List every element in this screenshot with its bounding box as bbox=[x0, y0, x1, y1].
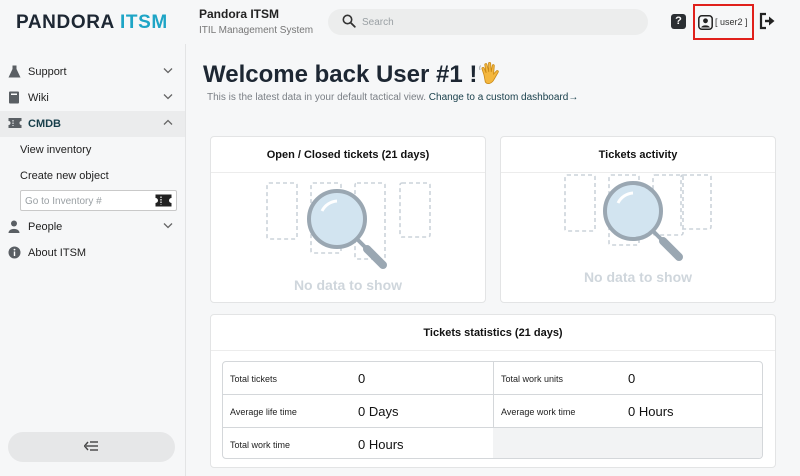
sidebar-item-label: Wiki bbox=[28, 92, 49, 104]
sidebar-item-label: Support bbox=[28, 66, 67, 78]
waving-hand-icon bbox=[479, 61, 499, 84]
sidebar: Support Wiki CMDB View inventory Create … bbox=[0, 58, 185, 476]
chevron-down-icon bbox=[163, 94, 173, 100]
collapse-sidebar-button[interactable] bbox=[8, 432, 175, 462]
stat-label: Total work time bbox=[230, 440, 291, 450]
chevron-down-icon bbox=[163, 68, 173, 74]
sidebar-item-cmdb[interactable]: CMDB bbox=[0, 111, 185, 137]
stat-value: 0 bbox=[358, 371, 366, 386]
go-inventory-icon[interactable] bbox=[155, 194, 172, 207]
app-subtitle: ITIL Management System bbox=[199, 25, 314, 36]
create-object-link[interactable]: Create new object bbox=[20, 170, 109, 182]
info-icon bbox=[8, 246, 21, 259]
person-icon bbox=[8, 220, 20, 233]
user-menu-button[interactable]: [ user2 ] bbox=[693, 4, 754, 40]
ticket-icon bbox=[8, 118, 22, 128]
chevron-up-icon bbox=[163, 119, 173, 125]
no-data-illustration bbox=[564, 174, 712, 261]
tickets-activity-card: Tickets activity No data to show bbox=[500, 136, 776, 303]
search-bar[interactable] bbox=[328, 9, 648, 35]
chevron-down-icon bbox=[163, 223, 173, 229]
app-title: Pandora ITSM bbox=[199, 7, 280, 21]
stat-label: Average work time bbox=[501, 407, 576, 417]
custom-dashboard-link[interactable]: Change to a custom dashboard→ bbox=[429, 92, 579, 103]
user-avatar-icon bbox=[698, 15, 713, 30]
search-icon bbox=[342, 14, 356, 28]
stat-label: Total tickets bbox=[230, 374, 278, 384]
no-data-text: No data to show bbox=[293, 277, 403, 293]
no-data-text: No data to show bbox=[583, 269, 693, 285]
tickets-statistics-card: Tickets statistics (21 days) Total ticke… bbox=[210, 314, 776, 468]
welcome-subtitle: This is the latest data in your default … bbox=[207, 92, 579, 103]
main-content: Welcome back User #1 ! This is the lates… bbox=[185, 44, 800, 476]
stat-value: 0 bbox=[628, 371, 636, 386]
book-icon bbox=[9, 91, 19, 104]
card-title: Tickets activity bbox=[598, 149, 678, 161]
stat-label: Average life time bbox=[230, 407, 297, 417]
flask-icon bbox=[8, 65, 21, 78]
sidebar-item-label: CMDB bbox=[28, 118, 61, 130]
sidebar-item-wiki[interactable]: Wiki bbox=[0, 85, 185, 111]
inventory-search bbox=[20, 190, 177, 211]
table-row: Total work time 0 Hours bbox=[223, 428, 762, 458]
table-row: Total tickets 0 Total work units 0 bbox=[223, 362, 762, 395]
inventory-number-input[interactable] bbox=[25, 194, 150, 208]
sidebar-item-about[interactable]: About ITSM bbox=[0, 240, 185, 266]
sidebar-item-support[interactable]: Support bbox=[0, 59, 185, 85]
table-row: Average life time 0 Days Average work ti… bbox=[223, 395, 762, 428]
card-title: Open / Closed tickets (21 days) bbox=[266, 149, 430, 161]
sidebar-item-label: About ITSM bbox=[28, 247, 87, 259]
logout-icon[interactable] bbox=[759, 12, 776, 30]
sidebar-item-label: People bbox=[28, 221, 63, 233]
user-label: [ user2 ] bbox=[715, 17, 748, 27]
open-closed-tickets-card: Open / Closed tickets (21 days) No data … bbox=[210, 136, 486, 303]
help-button[interactable]: ? bbox=[671, 14, 686, 29]
page-title: Welcome back User #1 ! bbox=[203, 61, 499, 89]
no-data-illustration bbox=[266, 182, 431, 269]
statistics-table: Total tickets 0 Total work units 0 Avera… bbox=[222, 361, 763, 459]
card-title: Tickets statistics (21 days) bbox=[423, 327, 563, 339]
app-logo[interactable]: PANDORA ITSM bbox=[16, 12, 168, 34]
stat-value: 0 Days bbox=[358, 404, 399, 419]
view-inventory-link[interactable]: View inventory bbox=[20, 144, 91, 156]
stat-value: 0 Hours bbox=[628, 404, 674, 419]
collapse-menu-icon bbox=[84, 441, 98, 451]
top-bar: PANDORA ITSM Pandora ITSM ITIL Managemen… bbox=[0, 0, 800, 44]
search-input[interactable] bbox=[362, 13, 632, 31]
stat-label: Total work units bbox=[501, 374, 564, 384]
sidebar-item-people[interactable]: People bbox=[0, 214, 185, 240]
stat-value: 0 Hours bbox=[358, 437, 404, 452]
